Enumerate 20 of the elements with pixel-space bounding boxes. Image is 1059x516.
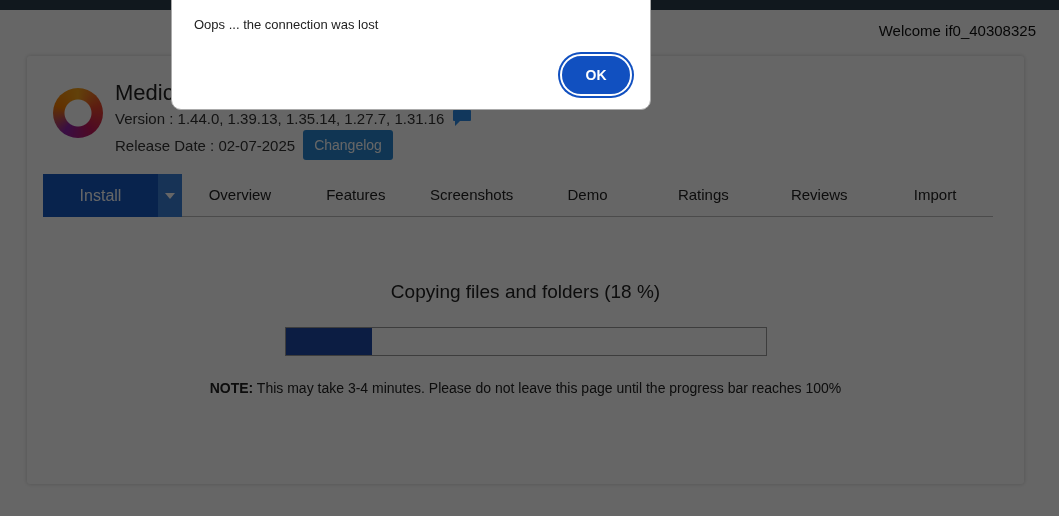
ring-logo-icon xyxy=(53,88,103,138)
chat-icon[interactable] xyxy=(452,109,473,127)
dialog-message: Oops ... the connection was lost xyxy=(194,17,380,32)
changelog-button[interactable]: Changelog xyxy=(303,130,393,160)
release-date-text: Release Date : 02-07-2025 xyxy=(115,136,296,154)
tab[interactable]: Features xyxy=(297,174,414,216)
tab[interactable]: Overview xyxy=(182,174,298,216)
tab[interactable]: Reviews xyxy=(761,174,878,216)
welcome-text: Welcome if0_40308325 xyxy=(878,22,1036,41)
caret-icon xyxy=(165,192,175,199)
version-text: Version : 1.44.0, 1.39.13, 1.35.14, 1.27.7, 1.31.16 xyxy=(115,109,445,127)
app-title: Medic xyxy=(115,80,175,106)
tab[interactable]: Screenshots xyxy=(413,174,530,216)
ok-button[interactable]: OK xyxy=(560,54,632,96)
progress-title: Copying files and folders (18 %) xyxy=(390,281,661,303)
tab[interactable]: Import xyxy=(877,174,993,216)
tab[interactable]: Ratings xyxy=(645,174,762,216)
install-button[interactable]: Install xyxy=(43,174,158,217)
note-text: NOTE: This may take 3-4 minutes. Please do not leave this page until the progress bar reaches 100% xyxy=(209,380,842,396)
tab[interactable]: Demo xyxy=(529,174,646,216)
